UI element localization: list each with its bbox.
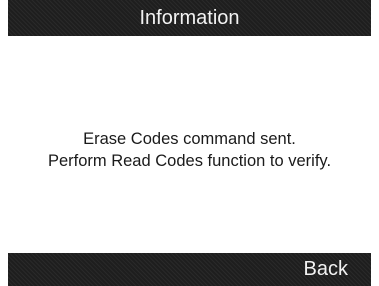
bottom-bar: Back: [8, 253, 371, 286]
back-button[interactable]: Back: [304, 253, 348, 286]
device-screen: Information Erase Codes command sent. Pe…: [8, 0, 371, 286]
message-panel: Erase Codes command sent. Perform Read C…: [8, 36, 371, 253]
message-line-2: Perform Read Codes function to verify.: [47, 151, 332, 170]
title-bar: Information: [8, 0, 371, 36]
message-line-1: Erase Codes command sent.: [83, 129, 296, 148]
page-title: Information: [139, 6, 240, 29]
